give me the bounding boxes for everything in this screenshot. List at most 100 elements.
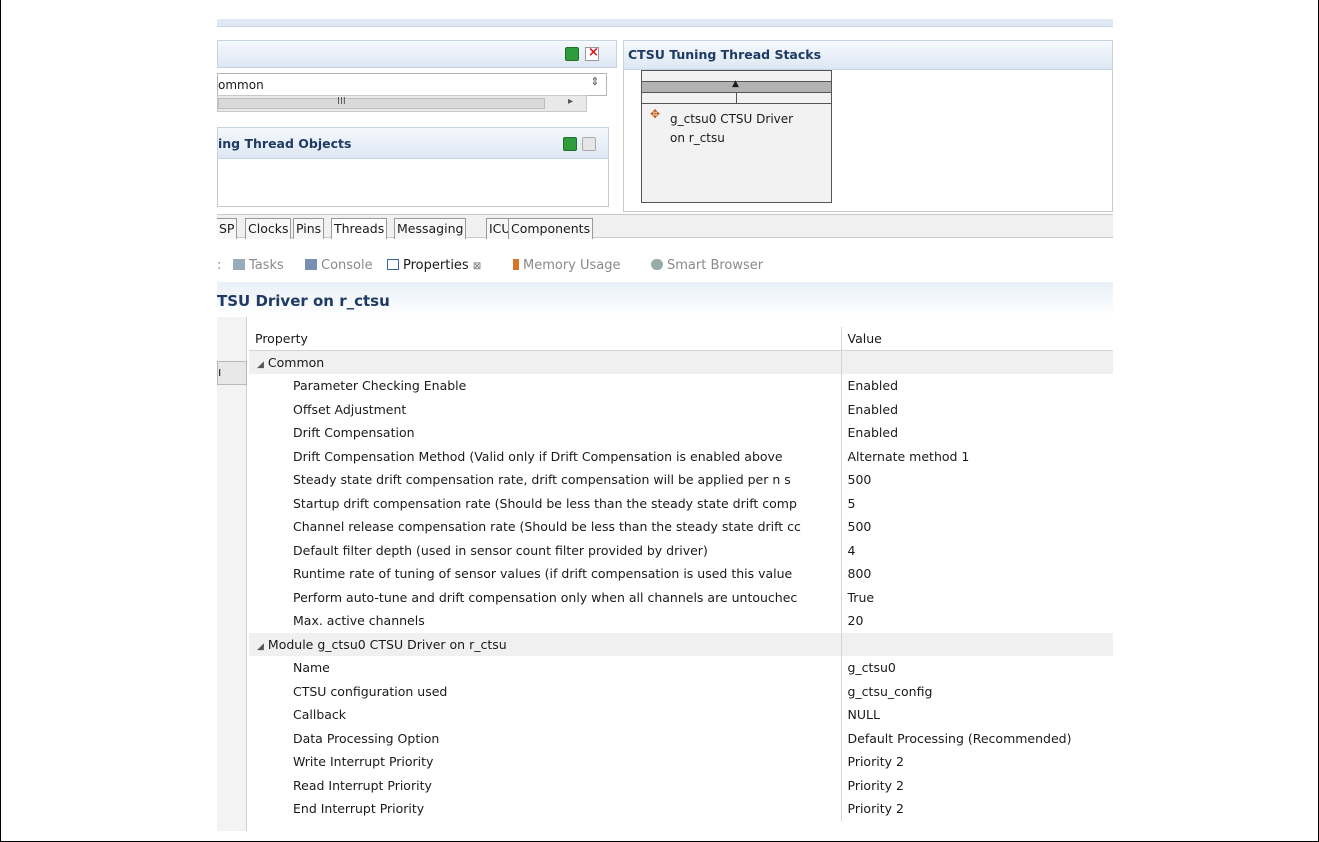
left-category-strip	[217, 317, 247, 831]
value-cell[interactable]: True	[841, 585, 1113, 609]
property-cell: Default filter depth (used in sensor cou…	[249, 538, 842, 562]
module-label-line2: on r_ctsu	[670, 131, 725, 145]
collapse-icon[interactable]: ◢	[257, 642, 264, 652]
category-row[interactable]: ◢ Module g_ctsu0 CTSU Driver on r_ctsu	[249, 632, 1113, 656]
property-cell: Name	[249, 656, 842, 680]
value-cell[interactable]: Enabled	[841, 374, 1113, 398]
value-cell[interactable]: 800	[841, 562, 1113, 586]
table-row[interactable]: Steady state drift compensation rate, dr…	[249, 468, 1113, 492]
value-cell[interactable]: 500	[841, 468, 1113, 492]
left-category-button[interactable]: ı	[217, 361, 247, 385]
table-row[interactable]: Channel release compensation rate (Shoul…	[249, 515, 1113, 539]
table-row[interactable]: Perform auto-tune and drift compensation…	[249, 585, 1113, 609]
value-cell[interactable]: Priority 2	[841, 750, 1113, 774]
value-cell[interactable]: g_ctsu0	[841, 656, 1113, 680]
close-icon[interactable]: ⊠	[473, 261, 481, 272]
table-row[interactable]: Runtime rate of tuning of sensor values …	[249, 562, 1113, 586]
value-cell[interactable]: 20	[841, 609, 1113, 633]
properties-icon	[387, 259, 399, 270]
remove-object-icon[interactable]	[582, 137, 596, 151]
browser-label: Smart Browser	[667, 258, 764, 273]
stack-module-box[interactable]: ▲ ✥ g_ctsu0 CTSU Driver on r_ctsu	[641, 70, 832, 203]
tab-components[interactable]: Components	[508, 218, 594, 239]
properties-table: Property Value ◢ Common Parameter Checking…	[249, 327, 1113, 821]
ide-content: ommon ⇕ III ▸ ing Thread Objects CTSU Tu…	[217, 19, 1113, 831]
tab-bsp[interactable]: SP	[217, 218, 238, 239]
table-row[interactable]: Write Interrupt Priority Priority 2	[249, 750, 1113, 774]
tab-clocks[interactable]: Clocks	[245, 218, 292, 239]
value-cell[interactable]: NULL	[841, 703, 1113, 727]
console-label: Console	[321, 258, 373, 273]
table-row[interactable]: Parameter Checking Enable Enabled	[249, 374, 1113, 398]
tab-properties[interactable]: Properties ⊠	[387, 258, 481, 273]
category-row[interactable]: ◢ Common	[249, 350, 1113, 374]
tab-messaging[interactable]: Messaging	[394, 218, 467, 239]
table-row[interactable]: Max. active channels 20	[249, 609, 1113, 633]
module-icon: ✥	[650, 107, 661, 121]
stacks-pane-title: CTSU Tuning Thread Stacks	[628, 47, 822, 62]
browser-icon	[651, 259, 663, 270]
table-row[interactable]: Read Interrupt Priority Priority 2	[249, 773, 1113, 797]
property-cell: Write Interrupt Priority	[249, 750, 842, 774]
memory-label: Memory Usage	[523, 258, 621, 273]
left-pane-header	[217, 40, 617, 68]
property-cell: Callback	[249, 703, 842, 727]
collapse-icon[interactable]: ◢	[257, 360, 264, 370]
value-cell[interactable]: 500	[841, 515, 1113, 539]
table-row[interactable]: Drift Compensation Enabled	[249, 421, 1113, 445]
category-label: Module g_ctsu0 CTSU Driver on r_ctsu	[267, 636, 507, 652]
memory-icon	[513, 259, 519, 270]
horizontal-scrollbar[interactable]: III ▸	[217, 95, 587, 112]
table-header: Property Value	[249, 327, 1113, 351]
tasks-label: Tasks	[249, 258, 284, 273]
value-cell[interactable]: Enabled	[841, 397, 1113, 421]
property-cell: CTSU configuration used	[249, 679, 842, 703]
table-row[interactable]: CTSU configuration used g_ctsu_config	[249, 679, 1113, 703]
table-row[interactable]: Callback NULL	[249, 703, 1113, 727]
category-label: Common	[267, 355, 325, 370]
table-row[interactable]: Offset Adjustment Enabled	[249, 397, 1113, 421]
tab-memory-usage[interactable]: Memory Usage	[513, 258, 621, 273]
property-cell: Data Processing Option	[249, 726, 842, 750]
value-cell[interactable]: g_ctsu_config	[841, 679, 1113, 703]
add-icon[interactable]	[565, 47, 579, 61]
property-cell: ◢ Common	[249, 350, 842, 374]
property-cell: Parameter Checking Enable	[249, 374, 842, 398]
spinner-icon[interactable]: ⇕	[587, 75, 603, 95]
combo-value: ommon	[218, 78, 264, 92]
value-cell[interactable]: Priority 2	[841, 773, 1113, 797]
property-cell: Runtime rate of tuning of sensor values …	[249, 562, 842, 586]
up-arrow-icon: ▲	[732, 79, 739, 89]
stack-connector-bar: ▲	[642, 79, 831, 93]
scroll-right-icon[interactable]: ▸	[568, 96, 573, 107]
table-row[interactable]: End Interrupt Priority Priority 2	[249, 797, 1113, 821]
table-row[interactable]: Data Processing Option Default Processing…	[249, 726, 1113, 750]
value-cell[interactable]: Priority 2	[841, 797, 1113, 821]
properties-title: TSU Driver on r_ctsu	[217, 292, 390, 310]
tab-threads[interactable]: Threads	[331, 218, 388, 239]
value-cell[interactable]: 5	[841, 491, 1113, 515]
add-object-icon[interactable]	[563, 137, 577, 151]
tab-smart-browser[interactable]: Smart Browser	[651, 258, 763, 273]
value-cell[interactable]: Default Processing (Recommended)	[841, 726, 1113, 750]
value-cell[interactable]: Alternate method 1	[841, 444, 1113, 468]
tab-console[interactable]: Console	[305, 258, 373, 273]
remove-icon[interactable]	[585, 45, 599, 61]
module-label-line1: g_ctsu0 CTSU Driver	[670, 112, 794, 126]
tab-pins[interactable]: Pins	[293, 218, 325, 239]
common-combo[interactable]: ommon	[217, 73, 607, 96]
property-cell: Channel release compensation rate (Shoul…	[249, 515, 842, 539]
table-row[interactable]: Default filter depth (used in sensor cou…	[249, 538, 1113, 562]
tab-tasks[interactable]: Tasks	[233, 258, 284, 273]
table-row[interactable]: Name g_ctsu0	[249, 656, 1113, 680]
scrollbar-thumb[interactable]: III	[218, 96, 545, 109]
value-column-header[interactable]: Value	[841, 327, 1113, 351]
partial-tab-icon[interactable]: :	[217, 258, 221, 273]
table-row[interactable]: Startup drift compensation rate (Should …	[249, 491, 1113, 515]
properties-header: TSU Driver on r_ctsu	[217, 282, 1113, 316]
value-cell[interactable]: Enabled	[841, 421, 1113, 445]
table-row[interactable]: Drift Compensation Method (Valid only if…	[249, 444, 1113, 468]
property-cell: ◢ Module g_ctsu0 CTSU Driver on r_ctsu	[249, 632, 842, 656]
property-column-header[interactable]: Property	[249, 327, 842, 351]
value-cell[interactable]: 4	[841, 538, 1113, 562]
